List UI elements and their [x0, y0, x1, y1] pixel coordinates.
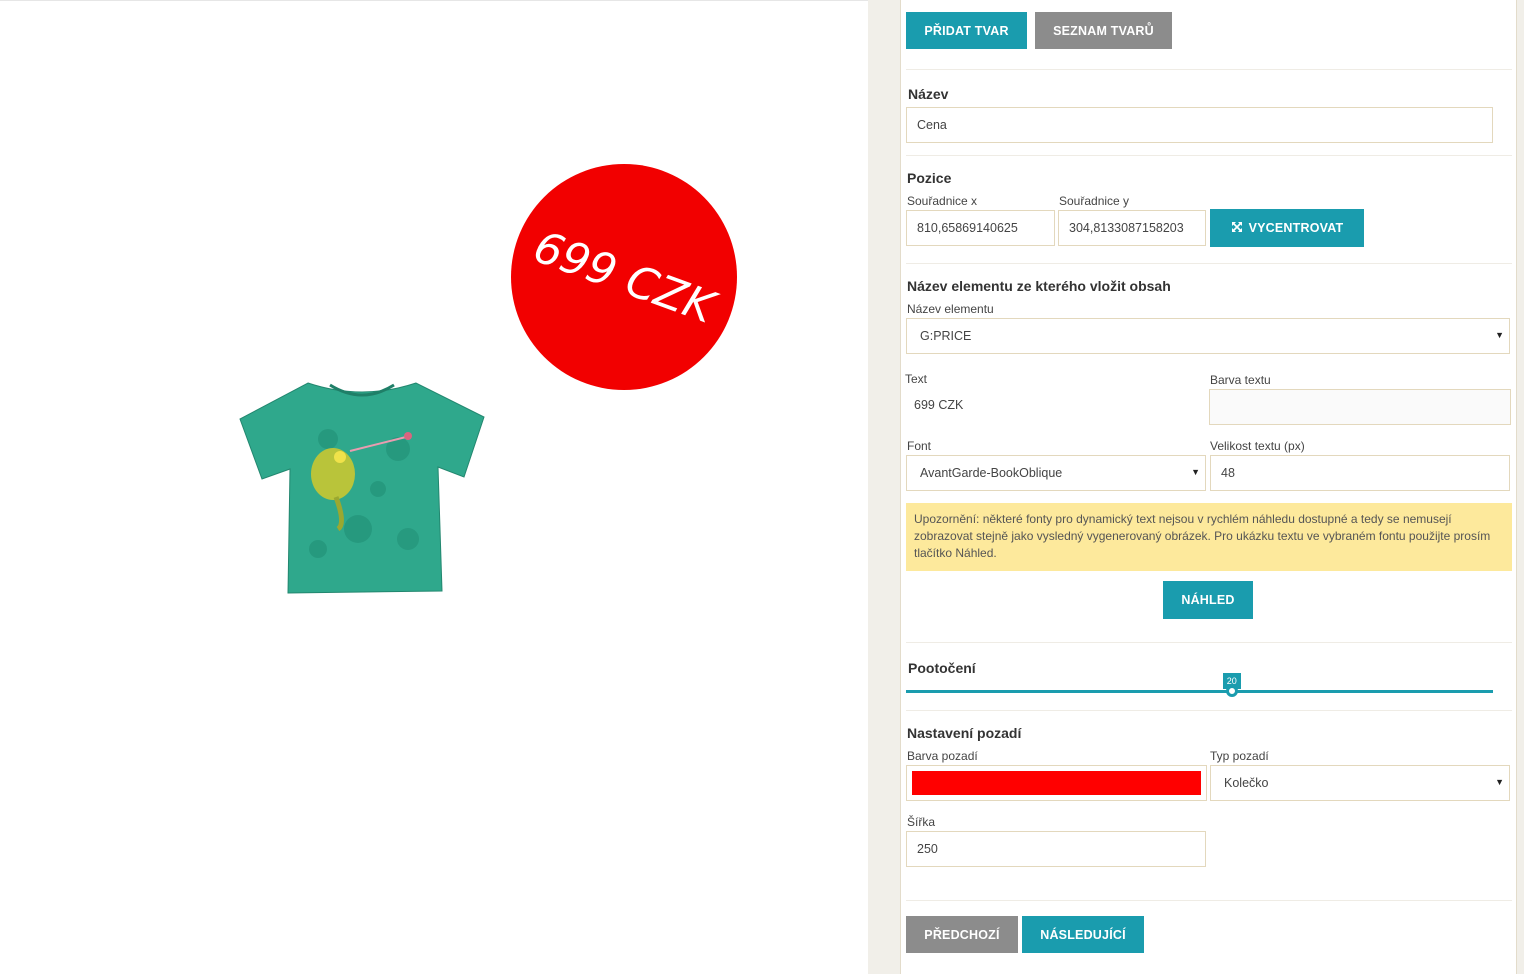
background-type-label: Typ pozadí — [1210, 749, 1269, 763]
next-button[interactable]: NÁSLEDUJÍCÍ — [1022, 916, 1144, 953]
background-color-input[interactable] — [906, 765, 1207, 801]
position-title: Pozice — [907, 170, 952, 186]
divider — [906, 642, 1512, 643]
price-badge[interactable]: 699 CZK — [511, 164, 737, 390]
text-color-label: Barva textu — [1210, 373, 1271, 387]
text-size-input[interactable]: 48 — [1210, 455, 1510, 491]
add-shape-button[interactable]: PŘIDAT TVAR — [906, 12, 1027, 49]
divider — [906, 263, 1512, 264]
preview-button[interactable]: NÁHLED — [1163, 581, 1253, 619]
panel-edge — [1517, 0, 1524, 974]
gutter — [868, 0, 900, 974]
tshirt-image — [238, 379, 486, 595]
name-input[interactable]: Cena — [906, 107, 1493, 143]
rotation-slider-handle[interactable] — [1225, 685, 1238, 697]
divider — [906, 710, 1512, 711]
width-label: Šířka — [907, 815, 936, 829]
rotation-slider-track[interactable] — [906, 690, 1493, 693]
preview-canvas[interactable]: 699 CZK — [0, 0, 868, 974]
chevron-down-icon: ▼ — [1191, 467, 1200, 477]
text-label: Text — [905, 372, 928, 386]
background-color-label: Barva pozadí — [907, 749, 978, 763]
price-badge-text: 699 CZK — [527, 220, 721, 334]
divider — [906, 69, 1512, 70]
font-select-value: AvantGarde-BookOblique — [920, 466, 1063, 480]
divider — [906, 900, 1512, 901]
center-button[interactable]: VYCENTROVAT — [1210, 209, 1364, 247]
expand-arrows-icon — [1231, 221, 1243, 236]
font-select[interactable]: AvantGarde-BookOblique ▼ — [906, 455, 1206, 491]
background-color-swatch — [912, 771, 1201, 795]
rotation-title: Pootočení — [908, 660, 976, 676]
font-label: Font — [907, 439, 932, 453]
shape-list-button[interactable]: SEZNAM TVARŮ — [1035, 12, 1172, 49]
divider — [906, 155, 1512, 156]
name-title: Název — [908, 86, 949, 102]
chevron-down-icon: ▼ — [1495, 777, 1504, 787]
background-type-value: Kolečko — [1224, 776, 1269, 790]
text-value[interactable]: 699 CZK — [914, 398, 963, 412]
element-title: Název elementu ze kterého vložit obsah — [907, 278, 1171, 294]
text-size-label: Velikost textu (px) — [1210, 439, 1305, 453]
background-title: Nastavení pozadí — [907, 725, 1022, 741]
previous-button[interactable]: PŘEDCHOZÍ — [906, 916, 1018, 953]
y-label: Souřadnice y — [1059, 194, 1130, 208]
center-button-label: VYCENTROVAT — [1248, 221, 1344, 235]
background-type-select[interactable]: Kolečko ▼ — [1210, 765, 1510, 801]
element-select-value: G:PRICE — [920, 329, 972, 343]
y-input[interactable]: 304,8133087158203 — [1058, 210, 1206, 246]
element-select[interactable]: G:PRICE ▼ — [906, 318, 1510, 354]
chevron-down-icon: ▼ — [1495, 330, 1504, 340]
text-color-input[interactable] — [1209, 389, 1511, 425]
x-label: Souřadnice x — [907, 194, 978, 208]
width-input[interactable]: 250 — [906, 831, 1206, 867]
font-warning-notice: Upozornění: některé fonty pro dynamický … — [906, 503, 1512, 571]
element-label: Název elementu — [907, 302, 994, 316]
x-input[interactable]: 810,65869140625 — [906, 210, 1055, 246]
